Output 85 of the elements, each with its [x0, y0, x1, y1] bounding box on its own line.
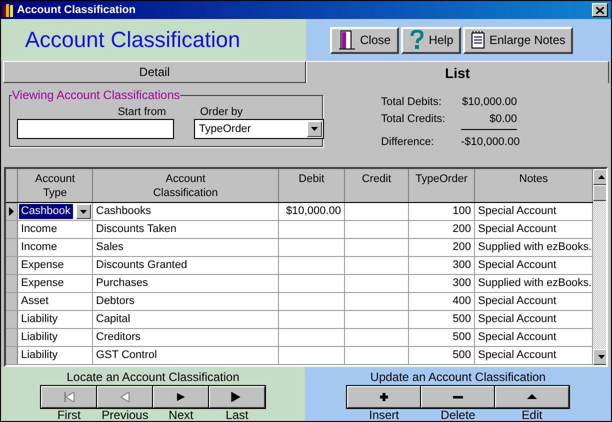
button-caption: Previous [102, 408, 148, 421]
table-cell: Income [18, 239, 93, 256]
next-button[interactable] [153, 386, 209, 408]
table-cell: Cashbooks [93, 203, 279, 220]
scroll-up-button[interactable] [593, 169, 606, 185]
dropdown-arrow-icon [311, 127, 318, 131]
section-title: Locate an Account Classification [66, 370, 240, 384]
table-cell: 300 [409, 257, 475, 274]
skip-start-icon [63, 392, 75, 402]
button-caption: Delete [440, 408, 476, 421]
table-cell: Discounts Granted [93, 257, 279, 274]
group-title: Viewing Account Classifications [12, 88, 180, 102]
column-header: Debit [279, 169, 345, 202]
table-cell: 500 [409, 311, 475, 328]
field-label: Order by [199, 106, 244, 118]
section-title: Update an Account Classification [370, 370, 546, 384]
table-cell: $10,000.00 [279, 203, 345, 220]
table-cell: 200 [409, 221, 475, 238]
table-cell: Debtors [93, 293, 279, 310]
button-caption: Insert [368, 408, 399, 421]
table-cell: 400 [409, 293, 475, 310]
table-cell: Discounts Taken [93, 221, 279, 238]
column-header: TypeOrder [409, 169, 475, 202]
table-cell: 300 [409, 275, 475, 292]
close-window-button[interactable] [592, 3, 608, 17]
table-cell: Creditors [93, 329, 279, 346]
current-row-icon [9, 207, 14, 216]
form-title: Account Classification [25, 27, 240, 53]
scroll-thumb[interactable] [593, 185, 606, 201]
button-caption: Next [168, 408, 194, 421]
button-caption: First [57, 408, 81, 421]
table-cell: 100 [409, 203, 475, 220]
table-cell: Income [18, 221, 93, 238]
door-icon [338, 30, 356, 50]
triangle-right-icon [175, 392, 187, 402]
table-cell: Liability [18, 347, 93, 364]
dropdown-arrow-icon [80, 210, 87, 214]
button-caption: Edit [522, 408, 542, 421]
button-caption: Last [226, 408, 248, 421]
triangle-up-icon [526, 392, 538, 402]
table-cell: 500 [409, 329, 475, 346]
total-value: $10,000.00 [461, 95, 517, 109]
delete-button[interactable] [421, 386, 495, 408]
tab[interactable]: List [306, 61, 609, 83]
scroll-down-icon [598, 355, 604, 359]
table-cell: Liability [18, 329, 93, 346]
table-cell: Asset [18, 293, 93, 310]
total-label: Total Credits: [381, 112, 446, 127]
notepad-icon [471, 31, 486, 49]
order-by-dropdown[interactable]: TypeOrder [194, 119, 324, 139]
total-label: Difference: [381, 135, 435, 149]
table-cell: Liability [18, 311, 93, 328]
table-cell: 200 [409, 239, 475, 256]
triangle-left-icon [119, 392, 131, 402]
table-cell: 500 [409, 347, 475, 364]
edit-button[interactable] [495, 386, 569, 408]
total-value: $0.00 [461, 112, 517, 130]
table-cell: GST Control [93, 347, 279, 364]
close-button[interactable]: Close [330, 26, 399, 54]
help-button[interactable]: Help [400, 26, 462, 54]
field-label: Start from [116, 106, 167, 118]
window-title: Account Classification [17, 4, 137, 16]
tab[interactable]: Detail [3, 61, 306, 83]
close-icon [596, 6, 604, 14]
scroll-down-button[interactable] [593, 349, 606, 365]
enlarge-notes-button[interactable]: Enlarge Notes [463, 26, 574, 54]
total-label: Total Debits: [381, 95, 443, 109]
column-header: Account Classification [93, 169, 279, 202]
plus-icon [378, 392, 390, 402]
scroll-up-icon [598, 175, 604, 179]
table-cell: Purchases [93, 275, 279, 292]
table-cell: Expense [18, 257, 93, 274]
insert-button[interactable] [347, 386, 421, 408]
table-cell: Expense [18, 275, 93, 292]
last-button[interactable] [209, 386, 265, 408]
question-mark-icon [408, 30, 425, 50]
books-icon [3, 3, 15, 17]
column-header: Credit [345, 169, 409, 202]
skip-end-icon [231, 392, 243, 402]
start-from-field[interactable] [17, 119, 174, 139]
table-cell: Sales [93, 239, 279, 256]
column-header: Account Type [18, 169, 93, 202]
table-cell: Capital [93, 311, 279, 328]
row-selector[interactable] [6, 203, 18, 220]
total-value: -$10,000.00 [461, 135, 517, 149]
